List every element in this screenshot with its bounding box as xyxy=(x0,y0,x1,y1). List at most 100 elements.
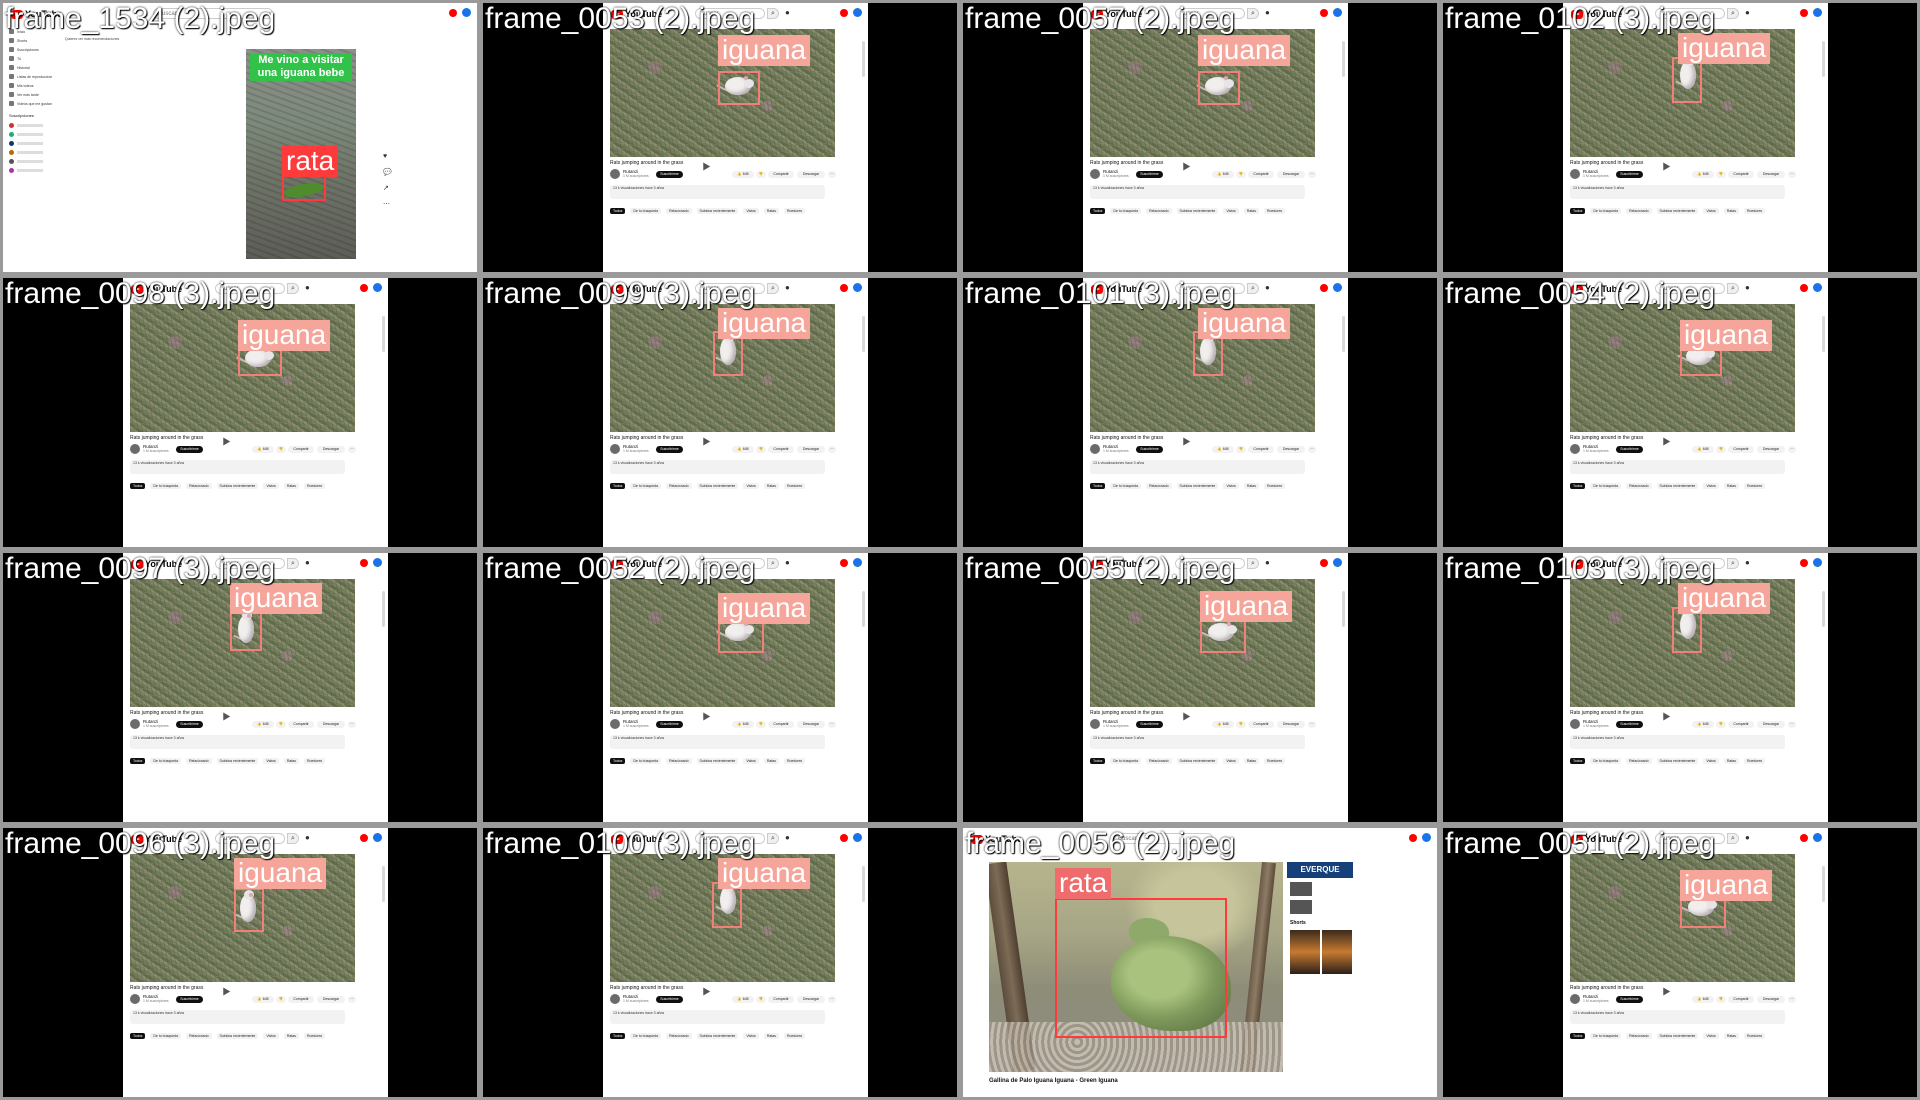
share-button[interactable]: Compartir xyxy=(768,996,794,1003)
filter-chip[interactable]: Relacionado xyxy=(186,758,212,764)
search-icon[interactable]: ⌕ xyxy=(1247,283,1259,294)
description-box[interactable]: 13 k visualizaciones hace 3 años xyxy=(1090,185,1305,199)
more-icon[interactable]: ⋯ xyxy=(828,171,836,178)
search-input[interactable]: Buscar xyxy=(1175,558,1245,569)
scrollbar[interactable] xyxy=(862,41,865,77)
video-title[interactable]: Gallina de Palo Iguana Iguana - Green Ig… xyxy=(989,1078,1118,1084)
filter-chip[interactable]: Subidos recientemente xyxy=(696,758,739,764)
like-button[interactable]: 👍 645 xyxy=(732,171,754,178)
avatar[interactable] xyxy=(1813,8,1822,17)
scrollbar[interactable] xyxy=(1342,591,1345,627)
channel-avatar[interactable] xyxy=(1090,169,1100,179)
description-box[interactable]: 13 k visualizaciones hace 3 años xyxy=(1570,735,1785,749)
filter-chip[interactable]: Subidos recientemente xyxy=(696,483,739,489)
share-button[interactable]: Compartir xyxy=(1728,171,1754,178)
subscribe-button[interactable]: Suscribirme xyxy=(656,446,683,453)
description-box[interactable]: 13 k visualizaciones hace 3 años xyxy=(610,735,825,749)
filter-chip[interactable]: Ratas xyxy=(1723,483,1739,489)
channel-avatar[interactable] xyxy=(1570,719,1580,729)
search-icon[interactable]: ⌕ xyxy=(767,558,779,569)
filter-chip[interactable]: Vistos xyxy=(1223,758,1239,764)
scrollbar[interactable] xyxy=(382,591,385,627)
scrollbar[interactable] xyxy=(1342,316,1345,352)
description-box[interactable]: 13 k visualizaciones hace 3 años xyxy=(1090,735,1305,749)
download-button[interactable]: Descargar xyxy=(1757,721,1785,728)
channel-avatar[interactable] xyxy=(1570,444,1580,454)
subscribe-button[interactable]: Suscribirme xyxy=(656,721,683,728)
subscription-item[interactable] xyxy=(3,139,61,148)
more-icon[interactable]: ⋯ xyxy=(348,996,356,1003)
more-icon[interactable]: ⋯ xyxy=(828,446,836,453)
description-box[interactable]: 13 k visualizaciones hace 3 años xyxy=(1570,1010,1785,1024)
search-icon[interactable]: ⌕ xyxy=(1247,558,1259,569)
avatar[interactable] xyxy=(1813,283,1822,292)
subscribe-button[interactable]: Suscribirme xyxy=(1136,721,1163,728)
search-icon[interactable]: ⌕ xyxy=(1727,283,1739,294)
filter-chip[interactable]: Ratas xyxy=(283,758,299,764)
search-input[interactable]: Buscar xyxy=(1655,833,1725,844)
subscription-item[interactable] xyxy=(3,130,61,139)
bell-icon[interactable] xyxy=(449,8,457,17)
dislike-button[interactable]: 👎 xyxy=(1716,171,1726,178)
channel-avatar[interactable] xyxy=(130,719,140,729)
more-icon[interactable]: ⋯ xyxy=(1788,996,1796,1003)
subscribe-button[interactable]: Suscribirme xyxy=(656,171,683,178)
description-box[interactable]: 13 k visualizaciones hace 3 años xyxy=(610,460,825,474)
search-icon[interactable]: ⌕ xyxy=(1727,833,1739,844)
subscribe-button[interactable]: Suscribirme xyxy=(176,446,203,453)
filter-chip[interactable]: Relacionado xyxy=(666,758,692,764)
search-input[interactable]: Buscar xyxy=(1655,283,1725,294)
download-button[interactable]: Descargar xyxy=(1757,171,1785,178)
filter-chip[interactable]: Vistos xyxy=(263,758,279,764)
filter-chip[interactable]: De tu búsqueda xyxy=(630,758,662,764)
short-action-icon[interactable]: 💬 xyxy=(383,168,392,176)
filter-chip[interactable]: De tu búsqueda xyxy=(1590,208,1622,214)
subscribe-button[interactable]: Suscribirme xyxy=(176,721,203,728)
search-input[interactable]: Buscar xyxy=(215,833,285,844)
short-video[interactable]: Me vino a visitar una iguana bebe rata xyxy=(246,49,356,259)
scrollbar[interactable] xyxy=(1822,866,1825,902)
dislike-button[interactable]: 👎 xyxy=(756,171,766,178)
youtube-logo[interactable]: YouTube xyxy=(611,9,662,19)
share-button[interactable]: Compartir xyxy=(1248,721,1274,728)
sidebar-item[interactable]: Tú xyxy=(3,54,61,63)
scrollbar[interactable] xyxy=(1342,41,1345,77)
share-button[interactable]: Compartir xyxy=(288,721,314,728)
sidebar-item[interactable]: Inicio xyxy=(3,27,61,36)
more-icon[interactable]: ⋯ xyxy=(1308,721,1316,728)
search-input[interactable]: Buscar xyxy=(695,283,765,294)
mic-icon[interactable]: ● xyxy=(1745,558,1750,567)
more-icon[interactable]: ⋯ xyxy=(828,996,836,1003)
search-input[interactable]: Buscar xyxy=(695,558,765,569)
description-box[interactable]: 13 k visualizaciones hace 3 años xyxy=(610,185,825,199)
dislike-button[interactable]: 👎 xyxy=(1236,446,1246,453)
subscribe-button[interactable]: Suscribirme xyxy=(1616,996,1643,1003)
bell-icon[interactable] xyxy=(840,558,848,567)
filter-chip[interactable]: Todos xyxy=(1570,208,1586,214)
avatar[interactable] xyxy=(373,283,382,292)
filter-chip[interactable]: Vistos xyxy=(1703,208,1719,214)
filter-chip[interactable]: Subidos recientemente xyxy=(1656,483,1699,489)
download-button[interactable]: Descargar xyxy=(317,446,345,453)
avatar[interactable] xyxy=(462,8,471,17)
scrollbar[interactable] xyxy=(1822,591,1825,627)
filter-chip[interactable]: Vistos xyxy=(263,483,279,489)
dislike-button[interactable]: 👎 xyxy=(276,721,286,728)
bell-icon[interactable] xyxy=(360,283,368,292)
video-player[interactable]: iguana xyxy=(130,304,355,432)
filter-chip[interactable]: Roedores xyxy=(1263,758,1286,764)
share-button[interactable]: Compartir xyxy=(288,446,314,453)
scrollbar[interactable] xyxy=(862,591,865,627)
description-box[interactable]: 13 k visualizaciones hace 3 años xyxy=(610,1010,825,1024)
description-box[interactable]: 13 k visualizaciones hace 3 años xyxy=(1570,185,1785,199)
youtube-logo[interactable]: YouTube xyxy=(1571,834,1622,844)
filter-chip[interactable]: De tu búsqueda xyxy=(1590,758,1622,764)
filter-chip[interactable]: De tu búsqueda xyxy=(630,483,662,489)
channel-avatar[interactable] xyxy=(130,444,140,454)
youtube-logo[interactable]: YouTube xyxy=(131,559,182,569)
filter-chip[interactable]: Relacionado xyxy=(1146,758,1172,764)
filter-chip[interactable]: Ratas xyxy=(1723,1033,1739,1039)
bell-icon[interactable] xyxy=(1320,558,1328,567)
filter-chip[interactable]: Todos xyxy=(1090,483,1106,489)
share-button[interactable]: Compartir xyxy=(288,996,314,1003)
